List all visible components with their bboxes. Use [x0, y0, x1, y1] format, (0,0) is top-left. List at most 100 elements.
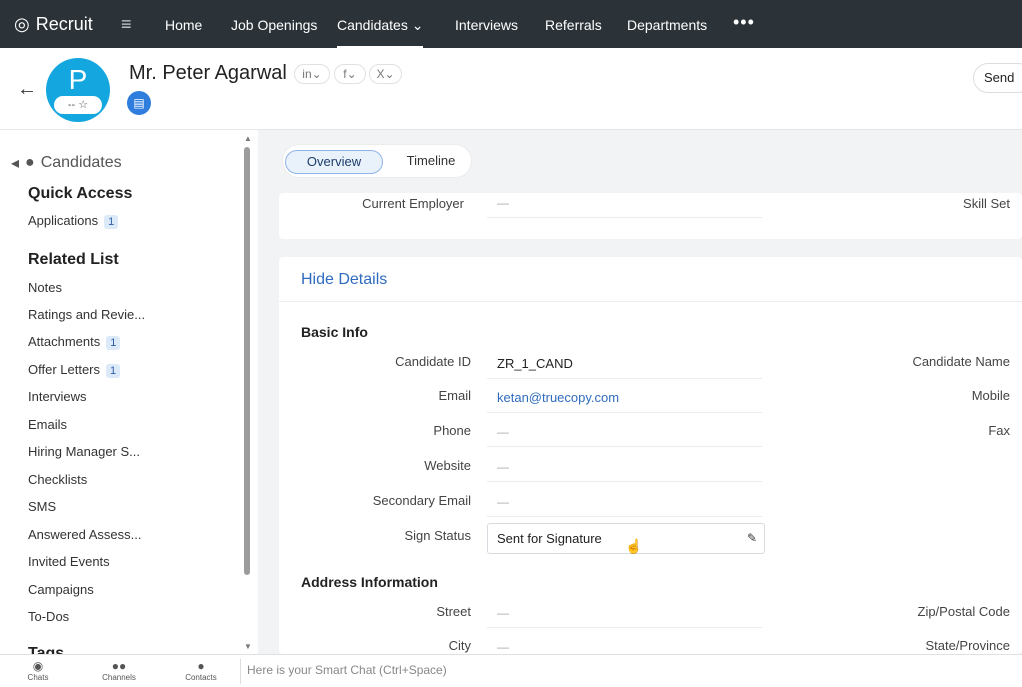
sidebar-scrollbar[interactable]: [244, 147, 250, 575]
app-logo[interactable]: ◎ Recruit: [14, 14, 93, 35]
chevron-down-icon: ⌄: [384, 67, 395, 81]
scroll-up-icon[interactable]: ▲: [244, 134, 252, 143]
contact-icon: ●: [197, 659, 205, 673]
street-label: Street: [436, 604, 471, 619]
field-underline: [487, 446, 762, 447]
sidebar: ◂ ● Candidates Quick Access Applications…: [0, 130, 258, 654]
avatar[interactable]: P -- ☆: [46, 58, 110, 122]
x-label: X: [376, 67, 385, 81]
sign-status-value: Sent for Signature: [497, 531, 602, 546]
summary-card: Current Employer — Skill Set: [279, 193, 1022, 239]
candidate-name: Mr. Peter Agarwal: [129, 62, 287, 84]
sidebar-item-offer-letters[interactable]: Offer Letters 1: [28, 362, 121, 378]
secondary-email-label: Secondary Email: [372, 493, 471, 508]
smart-chat-input[interactable]: Here is your Smart Chat (Ctrl+Space): [247, 663, 447, 677]
app-name: Recruit: [35, 14, 93, 34]
sidebar-item-interviews[interactable]: Interviews: [28, 389, 87, 404]
tab-timeline[interactable]: Timeline: [393, 150, 469, 174]
sidebar-item-invited-events[interactable]: Invited Events: [28, 554, 110, 569]
sidebar-item-ratings[interactable]: Ratings and Revie...: [28, 307, 145, 322]
contacts-label: Contacts: [185, 673, 217, 682]
hamburger-icon[interactable]: ≡: [121, 14, 132, 35]
linkedin-icon[interactable]: in ⌄: [294, 64, 330, 84]
website-value: —: [497, 460, 509, 474]
mobile-label: Mobile: [971, 388, 1010, 403]
hand-cursor-icon: ☝: [625, 538, 643, 554]
user-icon: ●: [25, 154, 35, 171]
hide-details-link[interactable]: Hide Details: [301, 271, 387, 289]
candidate-header: ← P -- ☆ Mr. Peter Agarwal in ⌄ f ⌄ X ⌄ …: [0, 48, 1022, 130]
email-link[interactable]: ketan@truecopy.com: [497, 390, 619, 405]
field-label-right: Skill Set: [963, 196, 1010, 211]
candidate-id-value: ZR_1_CAND: [497, 356, 573, 371]
sidebar-item-checklists[interactable]: Checklists: [28, 472, 87, 487]
linkedin-label: in: [302, 67, 312, 81]
chats-label: Chats: [27, 673, 49, 682]
arrow-left-icon[interactable]: ←: [17, 78, 37, 101]
related-list-title: Related List: [28, 251, 119, 268]
sidebar-item-sms[interactable]: SMS: [28, 499, 56, 514]
sign-status-label: Sign Status: [404, 528, 472, 543]
nav-candidates[interactable]: Candidates ⌄: [337, 17, 424, 48]
phone-value: —: [497, 425, 509, 439]
main-content: Overview Timeline Current Employer — Ski…: [258, 130, 1022, 654]
sidebar-item-label: Offer Letters: [28, 362, 101, 377]
sidebar-item-applications[interactable]: Applications 1: [28, 213, 119, 229]
secondary-email-value: —: [497, 495, 509, 509]
sidebar-item-notes[interactable]: Notes: [28, 280, 62, 295]
avatar-letter: P: [68, 64, 88, 95]
tab-overview[interactable]: Overview: [285, 150, 383, 174]
divider: [279, 301, 1022, 302]
count-badge: 1: [106, 364, 121, 378]
field-underline: [487, 412, 762, 413]
channels-button[interactable]: ●● Channels: [94, 659, 144, 682]
fax-label: Fax: [988, 423, 1010, 438]
channels-label: Channels: [102, 673, 136, 682]
details-card: Hide Details Basic Info Candidate ID ZR_…: [279, 257, 1022, 654]
x-social-icon[interactable]: X ⌄: [369, 64, 402, 84]
send-button[interactable]: Send: [973, 63, 1022, 93]
phone-label: Phone: [433, 423, 471, 438]
field-underline: [487, 217, 762, 218]
sidebar-item-answered-assessments[interactable]: Answered Assess...: [28, 527, 141, 542]
pencil-icon[interactable]: ✎: [747, 531, 757, 545]
count-badge: 1: [106, 336, 121, 350]
nav-interviews[interactable]: Interviews: [455, 17, 518, 33]
view-tabs: Overview Timeline: [282, 144, 472, 178]
chevron-down-icon: ⌄: [411, 17, 424, 33]
field-value: —: [497, 196, 509, 210]
website-label: Website: [424, 458, 471, 473]
city-label: City: [448, 638, 471, 653]
document-icon[interactable]: ▤: [127, 91, 151, 115]
nav-candidates-label: Candidates: [337, 17, 408, 33]
nav-job-openings[interactable]: Job Openings: [231, 17, 317, 33]
field-underline: [487, 378, 762, 379]
nav-home[interactable]: Home: [165, 17, 202, 33]
sidebar-header[interactable]: ◂ ● Candidates: [11, 153, 122, 173]
collapse-icon[interactable]: ◂: [11, 153, 19, 173]
rating-star-icon[interactable]: -- ☆: [54, 96, 102, 114]
more-menu-icon[interactable]: •••: [733, 12, 755, 33]
facebook-icon[interactable]: f ⌄: [334, 64, 366, 84]
sidebar-item-label: Attachments: [28, 334, 101, 349]
sidebar-item-hiring-manager[interactable]: Hiring Manager S...: [28, 444, 140, 459]
sidebar-item-campaigns[interactable]: Campaigns: [28, 582, 94, 597]
contacts-button[interactable]: ● Contacts: [176, 659, 226, 682]
chats-button[interactable]: ◉ Chats: [13, 659, 63, 682]
sidebar-title: Candidates: [40, 154, 122, 171]
address-info-title: Address Information: [301, 574, 438, 590]
top-navigation: ◎ Recruit ≡ Home Job Openings Candidates…: [0, 0, 1022, 48]
email-label: Email: [438, 388, 471, 403]
candidate-name-label: Candidate Name: [912, 354, 1010, 369]
recruit-logo-icon: ◎: [14, 14, 30, 34]
sidebar-item-todos[interactable]: To-Dos: [28, 609, 69, 624]
chevron-down-icon: ⌄: [311, 67, 322, 81]
candidate-id-label: Candidate ID: [395, 354, 471, 369]
scroll-down-icon[interactable]: ▼: [244, 642, 252, 651]
sidebar-item-attachments[interactable]: Attachments 1: [28, 334, 121, 350]
nav-referrals[interactable]: Referrals: [545, 17, 602, 33]
city-value: —: [497, 640, 509, 654]
basic-info-title: Basic Info: [301, 324, 368, 340]
sidebar-item-emails[interactable]: Emails: [28, 417, 67, 432]
nav-departments[interactable]: Departments: [627, 17, 707, 33]
